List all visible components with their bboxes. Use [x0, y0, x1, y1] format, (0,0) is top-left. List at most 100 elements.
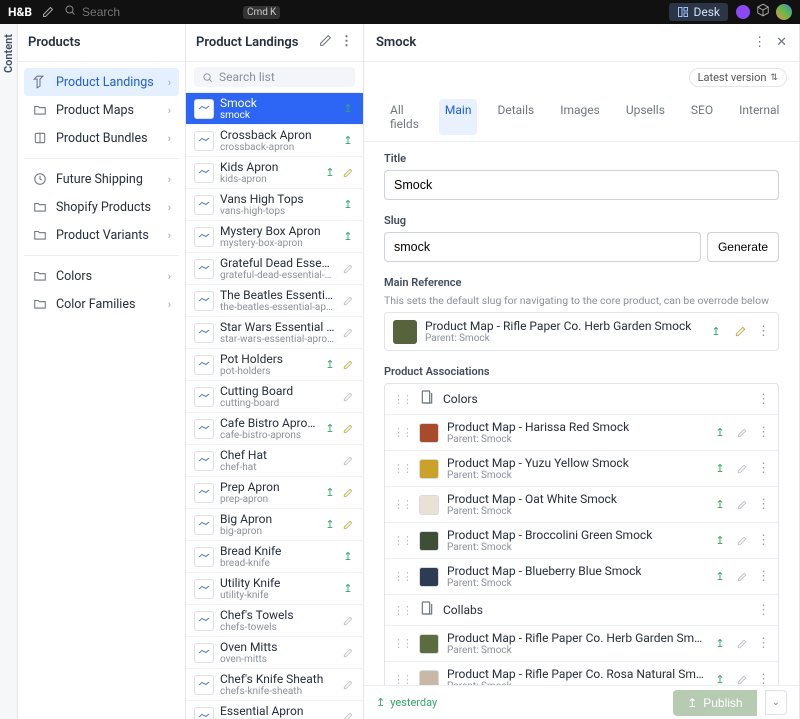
drag-handle-icon[interactable]: ⋮⋮ [393, 426, 411, 439]
sidebar-item-future-shipping[interactable]: Future Shipping› [24, 165, 179, 193]
sidebar-item-color-families[interactable]: Color Families› [24, 290, 179, 318]
tab-seo[interactable]: SEO [685, 99, 719, 135]
list-item[interactable]: Crossback Aproncrossback-apron↥ [186, 125, 363, 157]
drag-handle-icon[interactable]: ⋮⋮ [393, 604, 411, 617]
assoc-category[interactable]: ⋮⋮ Collabs ⋮ [385, 594, 778, 625]
list-search-input[interactable]: Search list [194, 67, 355, 87]
edit-icon[interactable] [40, 4, 56, 20]
slug-input[interactable] [384, 232, 701, 262]
assoc-item[interactable]: ⋮⋮Product Map - Yuzu Yellow SmockParent:… [385, 450, 778, 486]
version-selector[interactable]: Latest version ⇅ [689, 68, 787, 87]
package-icon[interactable] [756, 3, 770, 21]
item-thumbnail [194, 99, 214, 119]
assoc-edit-icon[interactable] [735, 673, 749, 686]
sidebar-item-product-maps[interactable]: Product Maps› [24, 96, 179, 124]
user-avatar[interactable] [776, 4, 792, 20]
assoc-published-icon: ↥ [713, 673, 727, 686]
more-icon[interactable]: ⋮ [340, 34, 353, 51]
assoc-item[interactable]: ⋮⋮Product Map - Rifle Paper Co. Rosa Nat… [385, 661, 778, 685]
assoc-item[interactable]: ⋮⋮Product Map - Harissa Red SmockParent:… [385, 414, 778, 450]
sidebar-item-product-bundles[interactable]: Product Bundles› [24, 124, 179, 152]
draft-icon [341, 646, 355, 660]
item-thumbnail [194, 515, 214, 535]
main-reference-card[interactable]: Product Map - Rifle Paper Co. Herb Garde… [384, 312, 779, 351]
list-item[interactable]: Utility Knifeutility-knife↥ [186, 573, 363, 605]
assoc-item[interactable]: ⋮⋮Product Map - Rifle Paper Co. Herb Gar… [385, 625, 778, 661]
list-item[interactable]: Prep Apronprep-apron↥ [186, 477, 363, 509]
drag-handle-icon[interactable]: ⋮⋮ [393, 462, 411, 475]
list-item[interactable]: Smocksmock↥ [186, 93, 363, 125]
assoc-edit-icon[interactable] [735, 570, 749, 584]
drag-handle-icon[interactable]: ⋮⋮ [393, 498, 411, 511]
list-item[interactable]: Essential Apronessential-apron [186, 701, 363, 719]
list-item[interactable]: Grateful Dead Essential …grateful-dead-e… [186, 253, 363, 285]
drag-handle-icon[interactable]: ⋮⋮ [393, 673, 411, 685]
publish-button[interactable]: ↥ Publish [673, 690, 756, 716]
tab-upsells[interactable]: Upsells [620, 99, 671, 135]
assoc-more-icon[interactable]: ⋮ [757, 533, 770, 548]
assoc-more-icon[interactable]: ⋮ [757, 603, 770, 618]
list-item[interactable]: Vans High Topsvans-high-tops↥ [186, 189, 363, 221]
generate-button[interactable]: Generate [707, 232, 779, 262]
assoc-category[interactable]: ⋮⋮Colors⋮ [385, 384, 778, 414]
title-input[interactable] [384, 170, 779, 200]
tab-internal[interactable]: Internal [733, 99, 785, 135]
assoc-edit-icon[interactable] [735, 462, 749, 476]
list-item[interactable]: Kids Apronkids-apron↥ [186, 157, 363, 189]
edit-ref-icon[interactable] [733, 325, 747, 339]
category-title: Collabs [443, 603, 749, 617]
assoc-more-icon[interactable]: ⋮ [757, 672, 770, 685]
assoc-item[interactable]: ⋮⋮Product Map - Oat White SmockParent: S… [385, 486, 778, 522]
drag-handle-icon[interactable]: ⋮⋮ [393, 637, 411, 650]
sidebar-item-colors[interactable]: Colors› [24, 262, 179, 290]
list-item[interactable]: Cafe Bistro Apronscafe-bistro-aprons↥ [186, 413, 363, 445]
panel-more-icon[interactable]: ⋮ [753, 35, 766, 50]
bundle-icon [32, 130, 48, 146]
assoc-more-icon[interactable]: ⋮ [757, 461, 770, 476]
assoc-more-icon[interactable]: ⋮ [757, 636, 770, 651]
sidebar-item-product-variants[interactable]: Product Variants› [24, 221, 179, 249]
assoc-edit-icon[interactable] [735, 637, 749, 651]
list-item[interactable]: Chef Hatchef-hat [186, 445, 363, 477]
assoc-edit-icon[interactable] [735, 498, 749, 512]
list-item[interactable]: Big Apronbig-apron↥ [186, 509, 363, 541]
drag-handle-icon[interactable]: ⋮⋮ [393, 393, 411, 406]
compose-icon[interactable] [319, 34, 332, 51]
assoc-item[interactable]: ⋮⋮Product Map - Broccolini Green SmockPa… [385, 522, 778, 558]
assoc-more-icon[interactable]: ⋮ [757, 497, 770, 512]
assoc-item[interactable]: ⋮⋮Product Map - Blueberry Blue SmockPare… [385, 558, 778, 594]
sidebar-item-shopify-products[interactable]: Shopify Products› [24, 193, 179, 221]
color-swatch [419, 459, 439, 479]
global-search-input[interactable] [82, 5, 237, 19]
assoc-edit-icon[interactable] [735, 534, 749, 548]
drag-handle-icon[interactable]: ⋮⋮ [393, 534, 411, 547]
assoc-published-icon: ↥ [713, 462, 727, 476]
tab-main[interactable]: Main [439, 99, 478, 135]
item-thumbnail [194, 579, 214, 599]
list-item[interactable]: Star Wars Essential Apr…star-wars-essent… [186, 317, 363, 349]
tab-details[interactable]: Details [491, 99, 540, 135]
publish-menu-button[interactable]: ⌄ [765, 690, 787, 715]
list-item[interactable]: Pot Holderspot-holders↥ [186, 349, 363, 381]
list-item[interactable]: The Beatles Essential A…the-beatles-esse… [186, 285, 363, 317]
list-item[interactable]: Mystery Box Apronmystery-box-apron↥ [186, 221, 363, 253]
close-icon[interactable]: ✕ [776, 35, 787, 50]
sidebar-item-product-landings[interactable]: Product Landings› [24, 68, 179, 96]
tab-images[interactable]: Images [554, 99, 606, 135]
assoc-edit-icon[interactable] [735, 426, 749, 440]
list-item[interactable]: Chef's Towelschefs-towels [186, 605, 363, 637]
tab-all-fields[interactable]: All fields [384, 99, 425, 135]
ref-more-icon[interactable]: ⋮ [757, 324, 770, 339]
assoc-more-icon[interactable]: ⋮ [757, 569, 770, 584]
assoc-more-icon[interactable]: ⋮ [757, 425, 770, 440]
list-item[interactable]: Bread Knifebread-knife↥ [186, 541, 363, 573]
chevron-right-icon: › [168, 132, 171, 145]
list-item[interactable]: Cutting Boardcutting-board [186, 381, 363, 413]
list-item[interactable]: Oven Mittsoven-mitts [186, 637, 363, 669]
draft-icon [341, 390, 355, 404]
drag-handle-icon[interactable]: ⋮⋮ [393, 570, 411, 583]
desk-button[interactable]: Desk [669, 3, 728, 21]
chevron-updown-icon: ⇅ [770, 73, 778, 83]
assoc-more-icon[interactable]: ⋮ [757, 392, 770, 407]
list-item[interactable]: Chef's Knife Sheathchefs-knife-sheath [186, 669, 363, 701]
